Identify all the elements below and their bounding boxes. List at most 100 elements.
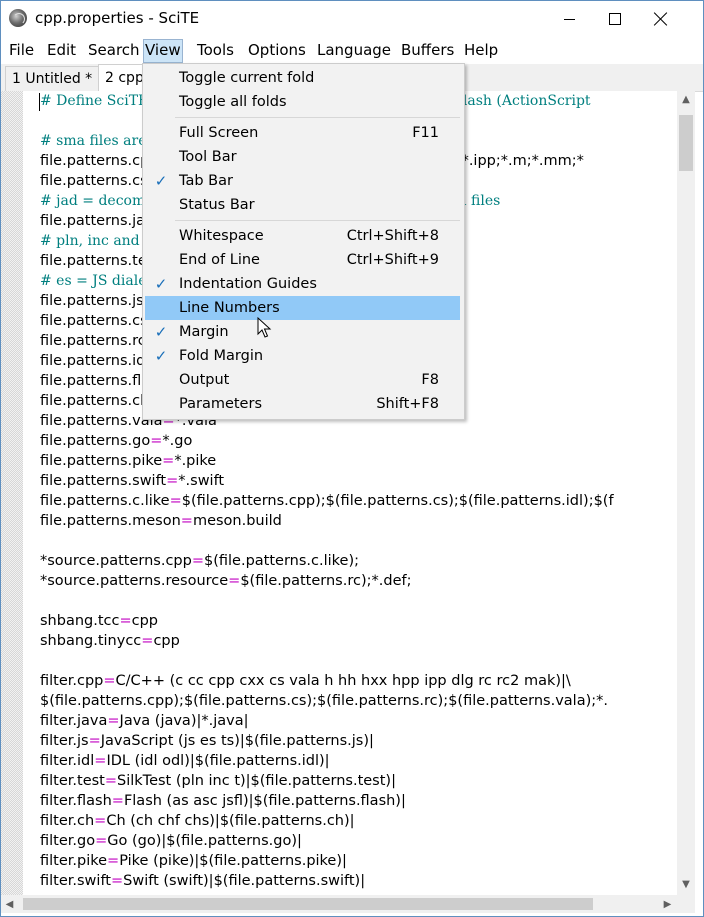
property-key: file.patterns.cs xyxy=(40,313,148,329)
property-value: $(file.patterns.cpp);$(file.patterns.cs)… xyxy=(181,493,614,509)
property-key: file.patterns.c.like xyxy=(40,493,170,509)
checkmark-icon: ✓ xyxy=(154,323,168,341)
menu-item-line-numbers[interactable]: Line Numbers xyxy=(145,296,460,320)
horizontal-scroll-thumb[interactable] xyxy=(23,898,593,910)
assignment-operator: = xyxy=(191,553,204,569)
property-key: filter.pike xyxy=(40,853,108,869)
property-key: file.patterns.cs xyxy=(40,173,148,189)
menu-buffers[interactable]: Buffers xyxy=(400,39,455,63)
property-value: cpp xyxy=(131,613,159,629)
assignment-operator: = xyxy=(94,813,107,829)
menu-item-label: Fold Margin xyxy=(179,348,264,364)
property-value: IDL (idl odl)|$(file.patterns.idl)| xyxy=(106,753,330,769)
title-bar: cpp.properties - SciTE xyxy=(1,1,703,37)
menu-item-full-screen[interactable]: Full Screen F11 xyxy=(145,121,460,145)
property-key: file.patterns.js xyxy=(40,293,144,309)
property-key: *source.patterns.cpp xyxy=(40,553,192,569)
assignment-operator: = xyxy=(104,773,118,789)
menu-item-label: Parameters xyxy=(179,396,262,412)
menu-file[interactable]: File xyxy=(8,39,35,63)
menu-item-label: Whitespace xyxy=(179,228,264,244)
code-line: filter.swift=Swift (swift)|$(file.patter… xyxy=(40,871,614,891)
assignment-operator: = xyxy=(107,853,120,869)
menu-options[interactable]: Options xyxy=(247,39,307,63)
property-key: filter.go xyxy=(40,833,96,849)
menu-item-tab-bar[interactable]: ✓ Tab Bar xyxy=(145,169,460,193)
menu-item-shortcut: Shift+F8 xyxy=(376,396,439,412)
property-value: *.pike xyxy=(174,453,217,469)
property-value: SilkTest (pln inc t)|$(file.patterns.tes… xyxy=(117,773,396,789)
menu-item-whitespace[interactable]: Whitespace Ctrl+Shift+8 xyxy=(145,224,460,248)
code-line: shbang.tcc=cpp xyxy=(40,611,614,631)
property-key: file.patterns.swift xyxy=(40,473,167,489)
property-key: filter.test xyxy=(40,773,105,789)
property-value: Go (go)|$(file.patterns.go)| xyxy=(107,833,302,849)
close-button[interactable] xyxy=(638,1,684,37)
code-line: filter.ch=Ch (ch chf chs)|$(file.pattern… xyxy=(40,811,614,831)
fold-margin[interactable] xyxy=(1,91,23,895)
vertical-scrollbar[interactable]: ▲ ▼ xyxy=(677,91,695,895)
property-key: file.patterns.rc xyxy=(40,333,146,349)
assignment-operator: = xyxy=(169,493,182,509)
maximize-button[interactable] xyxy=(592,1,638,37)
menu-item-end-of-line[interactable]: End of Line Ctrl+Shift+9 xyxy=(145,248,460,272)
assignment-operator: = xyxy=(119,613,132,629)
menu-item-output[interactable]: Output F8 xyxy=(145,368,460,392)
code-line: filter.js=JavaScript (js es ts)|$(file.p… xyxy=(40,731,614,751)
tab-untitled[interactable]: 1 Untitled * xyxy=(5,66,100,92)
code-line: filter.go=Go (go)|$(file.patterns.go)| xyxy=(40,831,614,851)
code-line: $(file.patterns.cpp);$(file.patterns.cs)… xyxy=(40,691,614,711)
vertical-scroll-thumb[interactable] xyxy=(679,115,693,171)
scroll-up-icon[interactable]: ▲ xyxy=(677,91,695,108)
menu-item-label: Tab Bar xyxy=(179,173,233,189)
menu-item-tool-bar[interactable]: Tool Bar xyxy=(145,145,460,169)
property-key: shbang.tcc xyxy=(40,613,120,629)
property-value: Java (java)|*.java| xyxy=(119,713,249,729)
scroll-left-icon[interactable]: ◀ xyxy=(1,895,18,913)
property-value: *.swift xyxy=(178,473,225,489)
property-value: $(file.patterns.c.like); xyxy=(204,553,359,569)
property-value: $(file.patterns.cpp);$(file.patterns.cs)… xyxy=(40,693,608,709)
horizontal-scrollbar[interactable]: ◀ ▶ xyxy=(1,895,677,913)
menu-tools[interactable]: Tools xyxy=(196,39,235,63)
code-line: shbang.tinycc=cpp xyxy=(40,631,614,651)
property-key: file.patterns.meson xyxy=(40,513,181,529)
menu-edit[interactable]: Edit xyxy=(46,39,77,63)
menu-separator xyxy=(175,117,460,118)
menu-item-parameters[interactable]: Parameters Shift+F8 xyxy=(145,392,460,416)
menu-search[interactable]: Search xyxy=(87,39,141,63)
menu-item-margin[interactable]: ✓ Margin xyxy=(145,320,460,344)
menu-help[interactable]: Help xyxy=(463,39,499,63)
menu-item-toggle-current-fold[interactable]: Toggle current fold xyxy=(145,66,460,90)
menu-item-label: End of Line xyxy=(179,252,260,268)
scroll-right-icon[interactable]: ▶ xyxy=(659,895,676,913)
property-value: $(file.patterns.rc);*.def; xyxy=(240,573,412,589)
property-key: filter.java xyxy=(40,713,108,729)
property-key: filter.flash xyxy=(40,793,112,809)
assignment-operator: = xyxy=(166,473,179,489)
maximize-icon xyxy=(609,13,621,25)
menu-item-label: Toggle all folds xyxy=(179,94,287,110)
property-key: *source.patterns.resource xyxy=(40,573,229,589)
scite-window: cpp.properties - SciTE File Edit Search … xyxy=(0,0,704,917)
menu-item-toggle-all-folds[interactable]: Toggle all folds xyxy=(145,90,460,114)
code-line: filter.test=SilkTest (pln inc t)|$(file.… xyxy=(40,771,614,791)
size-grip[interactable] xyxy=(677,895,695,913)
menu-language[interactable]: Language xyxy=(316,39,392,63)
menu-item-status-bar[interactable]: Status Bar xyxy=(145,193,460,217)
text-caret xyxy=(39,93,40,111)
property-key: filter.cpp xyxy=(40,673,104,689)
checkmark-icon: ✓ xyxy=(154,172,168,190)
minimize-button[interactable] xyxy=(546,1,592,37)
property-key: filter.swift xyxy=(40,873,111,889)
assignment-operator: = xyxy=(111,793,124,809)
menu-item-fold-margin[interactable]: ✓ Fold Margin xyxy=(145,344,460,368)
assignment-operator: = xyxy=(111,873,124,889)
scroll-down-icon[interactable]: ▼ xyxy=(677,876,695,893)
menu-item-indentation-guides[interactable]: ✓ Indentation Guides xyxy=(145,272,460,296)
menu-separator xyxy=(175,220,460,221)
code-line: filter.idl=IDL (idl odl)|$(file.patterns… xyxy=(40,751,614,771)
menu-view[interactable]: View xyxy=(143,39,183,63)
